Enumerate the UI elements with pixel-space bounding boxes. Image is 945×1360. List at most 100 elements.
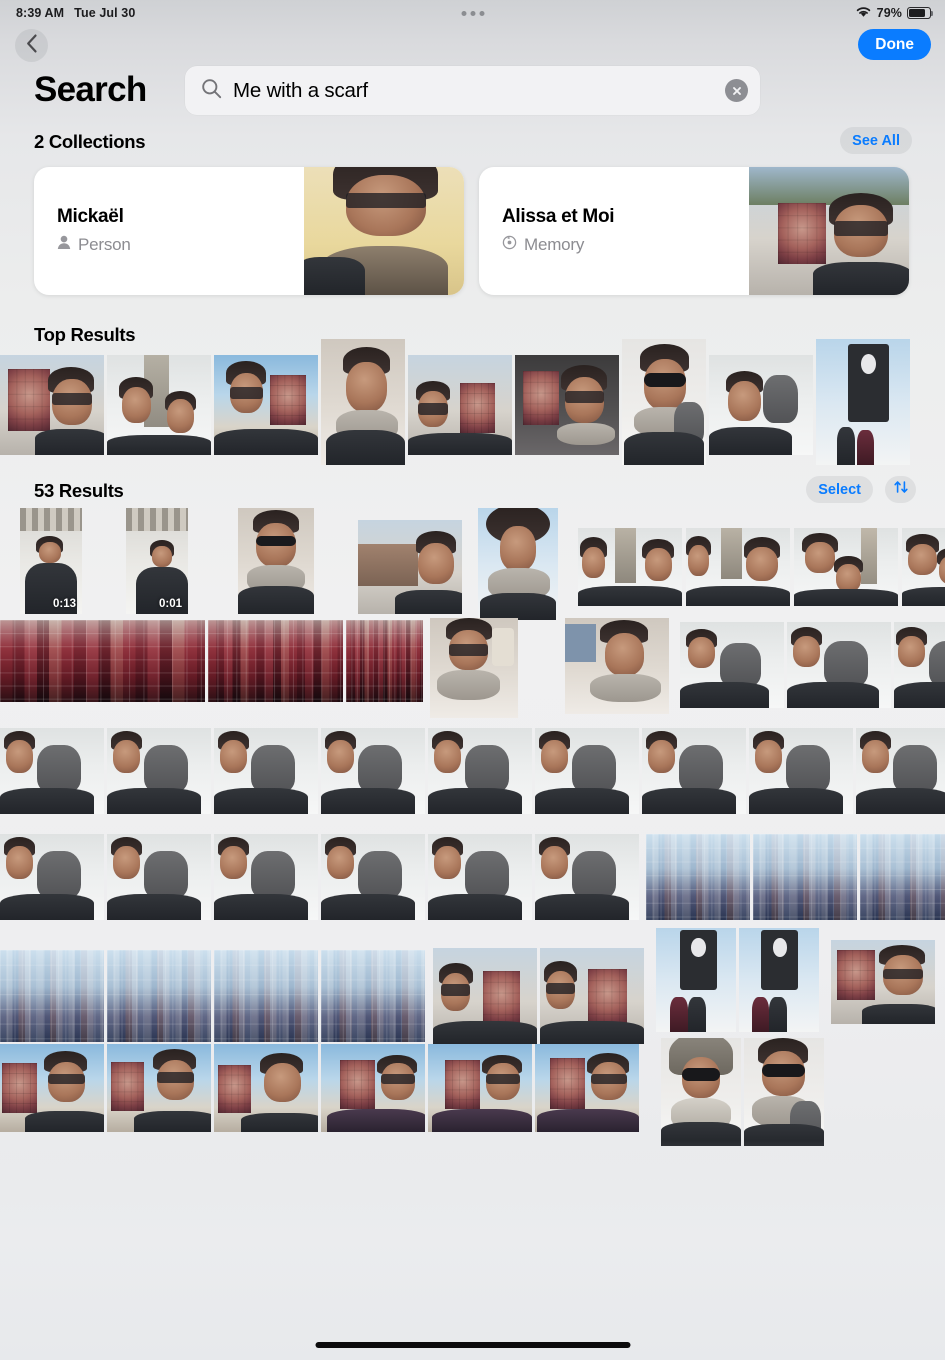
sort-arrows-icon — [893, 479, 909, 500]
photo-thumbnail-blurred[interactable] — [107, 950, 211, 1042]
collection-card-person[interactable]: Mickaël Person — [34, 167, 464, 295]
results-row[interactable]: 0:13 0:01 — [20, 508, 945, 620]
photo-thumbnail[interactable] — [430, 618, 518, 718]
sort-button[interactable] — [885, 476, 916, 503]
memory-clock-icon — [502, 235, 517, 255]
photo-thumbnail[interactable] — [739, 928, 819, 1032]
photo-thumbnail[interactable] — [0, 834, 104, 920]
photo-thumbnail[interactable] — [107, 355, 211, 455]
results-row[interactable] — [0, 834, 945, 920]
photo-thumbnail-blurred[interactable] — [753, 834, 857, 920]
collection-name: Mickaël — [57, 206, 124, 227]
photo-thumbnail[interactable] — [321, 834, 425, 920]
status-date: Tue Jul 30 — [74, 6, 136, 20]
photo-thumbnail[interactable] — [749, 728, 853, 814]
photo-thumbnail[interactable] — [856, 728, 945, 814]
photo-thumbnail[interactable] — [902, 528, 945, 606]
photo-thumbnail[interactable] — [661, 1038, 741, 1146]
photo-thumbnail[interactable] — [428, 1044, 532, 1132]
photo-thumbnail[interactable] — [107, 834, 211, 920]
photo-thumbnail-blurred[interactable] — [0, 950, 104, 1042]
search-field[interactable]: Me with a scarf — [185, 66, 760, 115]
page-title: Search — [34, 70, 147, 109]
photo-thumbnail[interactable] — [0, 1044, 104, 1132]
top-results-title: Top Results — [34, 324, 136, 345]
photo-thumbnail[interactable] — [214, 355, 318, 455]
photo-thumbnail[interactable] — [428, 834, 532, 920]
wifi-icon — [855, 5, 872, 21]
chevron-left-icon — [26, 34, 38, 58]
photo-thumbnail[interactable] — [214, 728, 318, 814]
photo-thumbnail[interactable] — [540, 948, 644, 1044]
photo-thumbnail-blurred[interactable] — [646, 834, 750, 920]
photo-thumbnail[interactable] — [642, 728, 746, 814]
photo-thumbnail[interactable] — [744, 1038, 824, 1146]
photo-thumbnail[interactable] — [535, 834, 639, 920]
photo-thumbnail[interactable] — [622, 339, 706, 465]
results-row[interactable] — [0, 928, 935, 1044]
collection-subtitle-row: Person — [57, 235, 131, 255]
photo-thumbnail[interactable] — [321, 728, 425, 814]
photo-thumbnail[interactable] — [433, 948, 537, 1044]
results-header: 53 Results Select — [0, 476, 945, 506]
collections-row: Mickaël Person Alissa et Moi Memory — [34, 167, 909, 295]
photo-thumbnail[interactable] — [214, 834, 318, 920]
done-button[interactable]: Done — [858, 29, 931, 60]
photo-thumbnail[interactable] — [321, 1044, 425, 1132]
photo-thumbnail[interactable] — [787, 622, 891, 708]
photo-thumbnail[interactable] — [816, 339, 910, 465]
photo-thumbnail[interactable] — [831, 940, 935, 1024]
blurred-face — [777, 202, 826, 265]
photo-thumbnail[interactable] — [321, 339, 405, 465]
select-button[interactable]: Select — [806, 476, 873, 503]
top-results-strip[interactable] — [0, 339, 910, 465]
photo-thumbnail[interactable] — [686, 528, 790, 606]
photo-thumbnail[interactable] — [238, 508, 314, 614]
clear-search-button[interactable] — [725, 79, 748, 102]
status-time: 8:39 AM — [16, 6, 65, 20]
photo-thumbnail[interactable] — [214, 1044, 318, 1132]
photo-thumbnail[interactable] — [478, 508, 558, 620]
photo-thumbnail[interactable] — [578, 528, 682, 606]
photo-thumbnail-blurred[interactable] — [346, 620, 423, 702]
photo-thumbnail[interactable] — [680, 622, 784, 708]
photo-thumbnail[interactable] — [565, 618, 669, 714]
see-all-button[interactable]: See All — [840, 127, 912, 154]
search-input[interactable]: Me with a scarf — [233, 79, 725, 103]
photo-thumbnail[interactable] — [535, 728, 639, 814]
photo-thumbnail[interactable] — [358, 520, 462, 614]
collection-thumbnail — [304, 167, 464, 295]
photo-thumbnail[interactable] — [894, 622, 945, 708]
glasses — [833, 220, 889, 237]
photo-thumbnail-blurred[interactable] — [860, 834, 945, 920]
photo-thumbnail[interactable] — [0, 355, 104, 455]
photo-thumbnail[interactable] — [408, 355, 512, 455]
photo-thumbnail[interactable] — [107, 1044, 211, 1132]
photo-thumbnail[interactable] — [709, 355, 813, 455]
status-bar: 8:39 AM Tue Jul 30 79% — [0, 0, 945, 26]
multitasking-dots-icon[interactable] — [461, 10, 484, 16]
photo-thumbnail[interactable] — [107, 728, 211, 814]
top-results-header: Top Results — [0, 320, 945, 350]
video-thumbnail[interactable]: 0:01 — [126, 508, 188, 614]
photo-thumbnail[interactable] — [794, 528, 898, 606]
home-indicator[interactable] — [315, 1342, 630, 1348]
photo-thumbnail[interactable] — [0, 728, 104, 814]
photo-thumbnail-blurred[interactable] — [321, 950, 425, 1042]
results-row[interactable] — [0, 728, 945, 814]
search-icon — [201, 78, 222, 104]
photo-thumbnail[interactable] — [656, 928, 736, 1032]
collection-card-memory[interactable]: Alissa et Moi Memory — [479, 167, 909, 295]
results-row[interactable] — [0, 618, 945, 718]
person-icon — [57, 235, 71, 255]
photo-thumbnail[interactable] — [535, 1044, 639, 1132]
photo-thumbnail[interactable] — [515, 355, 619, 455]
video-thumbnail[interactable]: 0:13 — [20, 508, 82, 614]
results-row[interactable] — [0, 1038, 824, 1146]
photo-thumbnail-blurred[interactable] — [0, 620, 205, 702]
scroll-fade — [0, 1140, 945, 1360]
back-button[interactable] — [15, 29, 48, 62]
photo-thumbnail-blurred[interactable] — [208, 620, 343, 702]
photo-thumbnail[interactable] — [428, 728, 532, 814]
photo-thumbnail-blurred[interactable] — [214, 950, 318, 1042]
